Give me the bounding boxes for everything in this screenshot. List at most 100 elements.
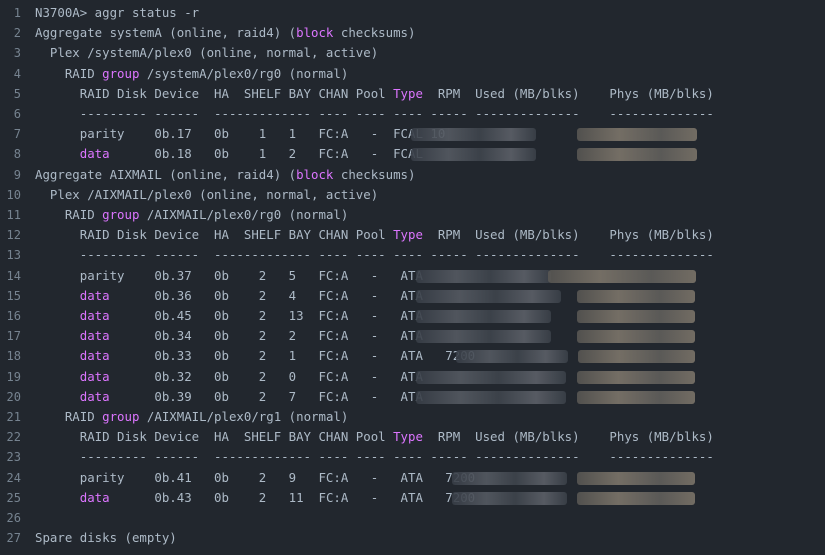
code-line: 14 parity 0b.37 0b 2 5 FC:A - ATA (0, 266, 825, 286)
line-number: 25 (6, 490, 21, 505)
keyword: data (79, 308, 110, 323)
line-text: data 0b.39 0b 2 7 FC:A - ATA (35, 389, 423, 405)
line-text-segment: 0b.36 0b 2 4 FC:A - ATA (109, 287, 423, 303)
line-text-segment: /systemA/plex0/rg0 (normal) (139, 65, 349, 81)
line-number: 12 (6, 228, 21, 243)
line-text-segment: RAID Disk Device HA SHELF BAY CHAN Pool (35, 85, 394, 101)
terminal-editor: 1 N3700A> aggr status -r 2 Aggregate system… (0, 0, 825, 555)
line-text-segment: /AIXMAIL/plex0/rg0 (normal) (139, 207, 349, 222)
line-text: data 0b.45 0b 2 13 FC:A - ATA (35, 308, 423, 324)
line-number: 3 (13, 46, 21, 61)
keyword: group (102, 65, 140, 81)
code-line: 9 Aggregate AIXMAIL (online, raid4) (bloc… (0, 165, 825, 185)
line-text-segment: RAID (35, 409, 103, 424)
keyword: group (102, 207, 140, 222)
keyword: group (102, 409, 140, 424)
line-number: 2 (13, 26, 21, 41)
line-number: 14 (6, 268, 21, 283)
code-line: 7 parity 0b.17 0b 1 1 FC:A - FCAL 10 (0, 124, 825, 144)
line-number: 18 (6, 349, 21, 364)
redacted-value (411, 128, 536, 142)
line-text: --------- ------ ------------- ---- ----… (35, 106, 714, 121)
line-text-segment: 0b.32 0b 2 0 FC:A - ATA (109, 368, 423, 384)
line-text: data 0b.43 0b 2 11 FC:A - ATA 7200 (35, 490, 475, 506)
code-line: 18 data 0b.33 0b 2 1 FC:A - ATA 7200 (0, 346, 825, 366)
code-line: 3 Plex /systemA/plex0 (online, normal, a… (0, 43, 825, 63)
line-text-segment: /AIXMAIL/plex0/rg1 (normal) (139, 409, 349, 424)
line-number: 7 (13, 127, 21, 142)
line-text-segment: checksums) (333, 166, 416, 182)
code-line: 21 RAID group /AIXMAIL/plex0/rg1 (normal… (0, 407, 825, 427)
line-text-segment: RPM Used (MB/blks) Phys (MB/blks) (422, 227, 714, 243)
keyword: data (79, 328, 110, 344)
line-text-segment: RAID (35, 65, 103, 81)
redacted-value (411, 148, 536, 162)
code-line: 12 RAID Disk Device HA SHELF BAY CHAN Po… (0, 225, 825, 245)
line-number: 1 (13, 6, 21, 20)
code-line: 25 data 0b.43 0b 2 11 FC:A - ATA 7200 (0, 488, 825, 508)
line-text: parity 0b.37 0b 2 5 FC:A - ATA (35, 267, 423, 283)
code-line: 1 N3700A> aggr status -r (0, 3, 825, 23)
line-number: 17 (6, 329, 21, 344)
redacted-value (416, 330, 551, 344)
line-text-segment: RAID (35, 207, 103, 222)
code-line: 6 --------- ------ ------------- ---- --… (0, 104, 825, 124)
line-text: RAID group /systemA/plex0/rg0 (normal) (35, 65, 349, 82)
redacted-value (416, 269, 551, 283)
line-text: data 0b.36 0b 2 4 FC:A - ATA (35, 288, 423, 304)
line-number: 10 (6, 187, 21, 202)
line-number: 19 (6, 369, 21, 384)
line-text: data 0b.33 0b 2 1 FC:A - ATA 7200 (35, 348, 475, 364)
code-line: 26 (0, 508, 825, 528)
redacted-value (577, 128, 697, 142)
line-text-segment: Aggregate AIXMAIL (online, raid4) ( (35, 166, 297, 182)
code-line: 27 Spare disks (empty) (0, 528, 825, 548)
line-text: data 0b.34 0b 2 2 FC:A - ATA (35, 328, 423, 344)
line-text: RAID group /AIXMAIL/plex0/rg1 (normal) (35, 409, 349, 425)
keyword: data (79, 146, 110, 162)
line-number: 24 (6, 470, 21, 485)
code-line: 11 RAID group /AIXMAIL/plex0/rg0 (normal… (0, 205, 825, 225)
line-number: 11 (6, 208, 21, 222)
line-text-segment: 0b.33 0b 2 1 FC:A - ATA 7200 (109, 348, 476, 364)
code-line: 24 parity 0b.41 0b 2 9 FC:A - ATA 7200 (0, 468, 825, 488)
line-number: 9 (13, 167, 21, 182)
redacted-value (416, 289, 561, 303)
line-text-segment: 0b.18 0b 1 2 FC:A - FCAL (109, 146, 423, 162)
line-text: RAID group /AIXMAIL/plex0/rg0 (normal) (35, 207, 349, 223)
line-number: 15 (6, 288, 21, 303)
line-text-segment: Aggregate systemA (online, raid4) ( (35, 25, 297, 41)
redacted-value (452, 471, 567, 485)
line-text-segment: 0b.39 0b 2 7 FC:A - ATA (109, 388, 423, 404)
line-text-segment: 0b.43 0b 2 11 FC:A - ATA 7200 (109, 489, 476, 505)
redacted-value (452, 491, 567, 505)
code-line: 4 RAID group /systemA/plex0/rg0 (normal) (0, 64, 825, 84)
line-text: data 0b.32 0b 2 0 FC:A - ATA (35, 369, 423, 385)
line-text: data 0b.18 0b 1 2 FC:A - FCAL (35, 146, 423, 162)
keyword: block (296, 166, 334, 182)
line-number: 13 (6, 248, 21, 263)
keyword: data (79, 388, 110, 404)
keyword: data (79, 368, 110, 384)
line-text: RAID Disk Device HA SHELF BAY CHAN Pool … (35, 227, 714, 243)
keyword: Type (393, 227, 423, 243)
line-text-segment: 0b.45 0b 2 13 FC:A - ATA (109, 308, 423, 323)
code-line: 8 data 0b.18 0b 1 2 FC:A - FCAL (0, 144, 825, 164)
line-text: Plex /systemA/plex0 (online, normal, act… (35, 45, 379, 61)
keyword: Type (393, 429, 423, 445)
keyword: data (79, 489, 110, 505)
line-text: parity 0b.17 0b 1 1 FC:A - FCAL 10 (35, 126, 446, 142)
code-line: 22 RAID Disk Device HA SHELF BAY CHAN Po… (0, 427, 825, 447)
line-text: --------- ------ ------------- ---- ----… (35, 449, 714, 465)
line-text: Aggregate systemA (online, raid4) (block… (35, 25, 415, 41)
code-line: 2 Aggregate systemA (online, raid4) (bloc… (0, 23, 825, 43)
code-line: 15 data 0b.36 0b 2 4 FC:A - ATA (0, 286, 825, 306)
code-line: 16 data 0b.45 0b 2 13 FC:A - ATA (0, 306, 825, 326)
keyword: data (79, 348, 110, 364)
